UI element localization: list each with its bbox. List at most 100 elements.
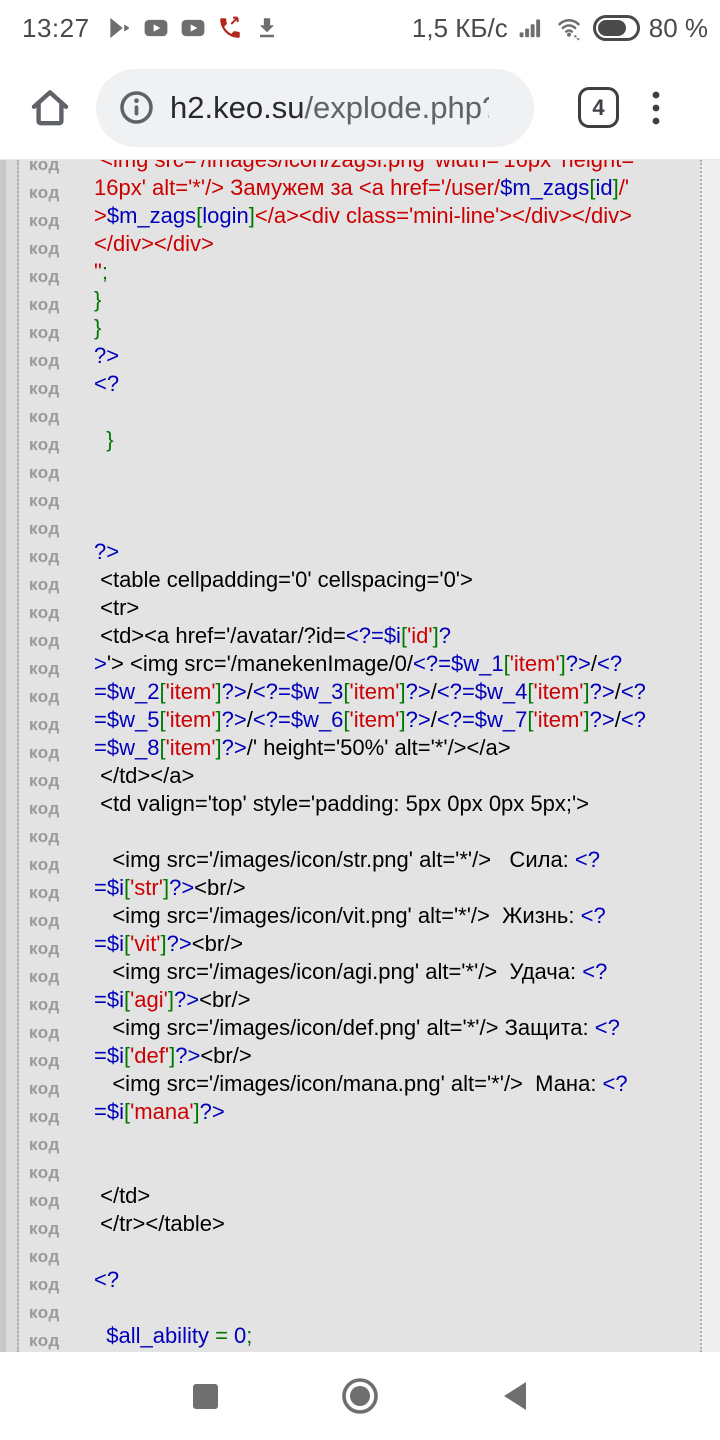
code-gutter-label: код <box>29 179 60 207</box>
url-text: h2.keo.su/explode.php? <box>170 90 489 126</box>
tab-switcher-button[interactable]: 4 <box>578 87 619 128</box>
code-gutter-label: код <box>29 1327 60 1352</box>
code-gutter-label: код <box>29 1075 60 1103</box>
code-gutter-label: код <box>29 319 60 347</box>
code-gutter-label: код <box>29 207 60 235</box>
page-content[interactable]: кодкодкодкодкодкодкодкодкодкодкодкодкодк… <box>0 160 720 1352</box>
code-gutter-label: код <box>29 1131 60 1159</box>
code-line: =$w_2['item']?>/<?=$w_3['item']?>/<?=$w_… <box>94 678 698 706</box>
code-gutter-label: код <box>29 1271 60 1299</box>
home-circle-icon <box>340 1376 380 1416</box>
clock: 13:27 <box>22 13 90 44</box>
code-gutter-label: код <box>29 1215 60 1243</box>
back-button[interactable] <box>502 1380 528 1412</box>
status-bar: 13:27 1,5 КБ/с <box>0 0 720 56</box>
phone-screen: 13:27 1,5 КБ/с <box>0 0 720 1440</box>
code-line: <img src='/images/icon/zagsl.png' width=… <box>94 160 698 174</box>
code-gutter-label: код <box>29 991 60 1019</box>
code-gutter-label: код <box>29 795 60 823</box>
play-store-icon <box>106 15 132 41</box>
battery-icon <box>593 15 640 41</box>
code-line <box>94 398 698 426</box>
code-gutter-label: код <box>29 627 60 655</box>
code-gutter-label: код <box>29 347 60 375</box>
code-line: <? <box>94 1266 698 1294</box>
code-line: </div></div> <box>94 230 698 258</box>
url-clipped-char: ? <box>482 90 489 126</box>
code-gutter-label: код <box>29 291 60 319</box>
code-line <box>94 454 698 482</box>
home-nav-button[interactable] <box>340 1376 380 1416</box>
status-left-cluster: 13:27 <box>22 13 280 44</box>
code-gutter-label: код <box>29 711 60 739</box>
code-gutter-label: код <box>29 739 60 767</box>
code-listing: <img src='/images/icon/zagsl.png' width=… <box>94 160 698 1350</box>
tab-count: 4 <box>592 95 604 121</box>
code-line: =$w_8['item']?>/' height='50%' alt='*'/>… <box>94 734 698 762</box>
code-gutter-label: код <box>29 1103 60 1131</box>
code-gutter-label: код <box>29 655 60 683</box>
code-line: <td valign='top' style='padding: 5px 0px… <box>94 790 698 818</box>
code-gutter-label: код <box>29 767 60 795</box>
code-line: =$w_5['item']?>/<?=$w_6['item']?>/<?=$w_… <box>94 706 698 734</box>
code-gutter-label: код <box>29 1047 60 1075</box>
code-gutter-label: код <box>29 907 60 935</box>
download-icon <box>254 15 280 41</box>
code-gutter-label: код <box>29 263 60 291</box>
code-line: <img src='/images/icon/mana.png' alt='*'… <box>94 1070 698 1098</box>
code-line: <img src='/images/icon/vit.png' alt='*'/… <box>94 902 698 930</box>
url-domain: h2.keo.su <box>170 90 304 126</box>
page-info-icon[interactable] <box>118 89 155 126</box>
code-gutter-label: код <box>29 851 60 879</box>
youtube-icon <box>180 15 206 41</box>
status-right-cluster: 1,5 КБ/с 80 % <box>412 13 708 44</box>
android-navbar <box>0 1352 720 1440</box>
code-line <box>94 1238 698 1266</box>
code-line: </tr></table> <box>94 1210 698 1238</box>
code-line: } <box>94 286 698 314</box>
code-block-right-border <box>700 160 720 1352</box>
code-gutter-label: код <box>29 487 60 515</box>
code-line <box>94 1154 698 1182</box>
code-gutter: кодкодкодкодкодкодкодкодкодкодкодкодкодк… <box>29 160 60 1352</box>
code-line: <? <box>94 370 698 398</box>
menu-button[interactable] <box>650 90 662 126</box>
code-line: <tr> <box>94 594 698 622</box>
code-line: >'> <img src='/manekenImage/0/<?=$w_1['i… <box>94 650 698 678</box>
code-line: =$i['mana']?> <box>94 1098 698 1126</box>
code-line: <img src='/images/icon/str.png' alt='*'/… <box>94 846 698 874</box>
cellular-signal-icon <box>517 15 545 41</box>
code-line: =$i['agi']?><br/> <box>94 986 698 1014</box>
youtube-icon <box>143 15 169 41</box>
code-gutter-label: код <box>29 571 60 599</box>
code-line: ?> <box>94 342 698 370</box>
code-line: </td></a> <box>94 762 698 790</box>
code-line: =$i['str']?><br/> <box>94 874 698 902</box>
home-button[interactable] <box>26 84 74 132</box>
code-line <box>94 1294 698 1322</box>
battery-percent: 80 % <box>649 13 708 44</box>
code-block-left-border <box>0 160 19 1352</box>
code-gutter-label: код <box>29 1187 60 1215</box>
code-line: } <box>94 426 698 454</box>
code-gutter-label: код <box>29 543 60 571</box>
code-block: кодкодкодкодкодкодкодкодкодкодкодкодкодк… <box>21 160 698 1352</box>
code-gutter-label: код <box>29 459 60 487</box>
code-line <box>94 482 698 510</box>
code-line: >$m_zags[login]</a><div class='mini-line… <box>94 202 698 230</box>
code-line: } <box>94 314 698 342</box>
code-line: <img src='/images/icon/agi.png' alt='*'/… <box>94 958 698 986</box>
code-line: =$i['vit']?><br/> <box>94 930 698 958</box>
code-gutter-label: код <box>29 823 60 851</box>
code-gutter-label: код <box>29 599 60 627</box>
code-gutter-label: код <box>29 431 60 459</box>
code-gutter-label: код <box>29 879 60 907</box>
browser-toolbar: h2.keo.su/explode.php? 4 <box>0 56 720 160</box>
recents-button[interactable] <box>193 1384 218 1409</box>
code-line: 16px' alt='*'/> Замужем за <a href='/use… <box>94 174 698 202</box>
code-line <box>94 818 698 846</box>
code-gutter-label: код <box>29 160 60 179</box>
address-bar[interactable]: h2.keo.su/explode.php? <box>96 69 534 147</box>
code-line: <table cellpadding='0' cellspacing='0'> <box>94 566 698 594</box>
code-line <box>94 510 698 538</box>
